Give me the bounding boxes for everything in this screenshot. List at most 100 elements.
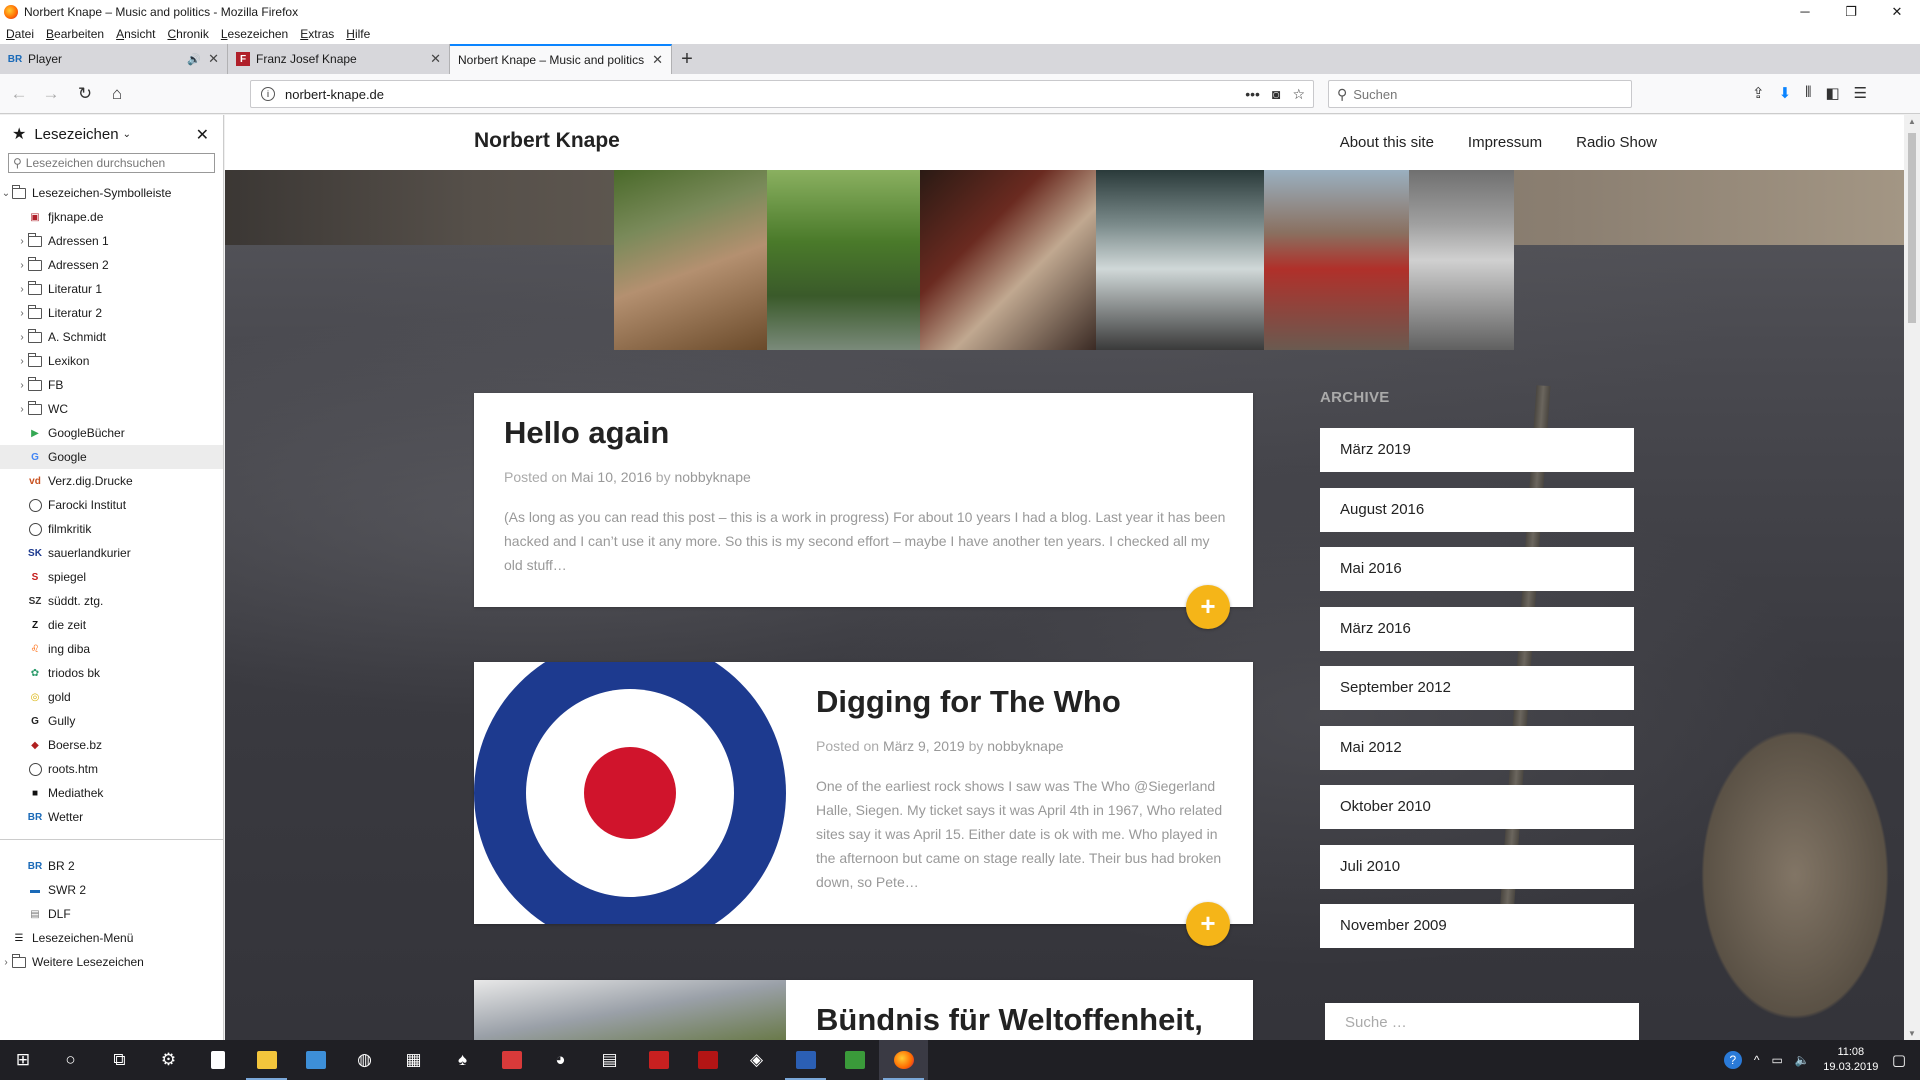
post-title[interactable]: Bündnis für Weltoffenheit, [816, 1002, 1203, 1038]
bookmark-item[interactable]: Sspiegel [0, 565, 223, 589]
taskbar-clock[interactable]: 11:08 19.03.2019 [1816, 1045, 1886, 1075]
bookmark-folder[interactable]: › Literatur 1 [0, 277, 223, 301]
search-bar[interactable]: ⚲ Suchen [1328, 80, 1632, 108]
sidebar-toggle-icon[interactable]: ◧ [1825, 84, 1839, 102]
bookmark-item[interactable]: ♌ ing diba [0, 637, 223, 661]
app-window-icon[interactable] [291, 1040, 340, 1080]
bookmark-item[interactable]: BR Wetter [0, 805, 223, 829]
twisty-closed-icon[interactable]: › [16, 380, 28, 391]
archive-app-icon[interactable]: ▤ [585, 1040, 634, 1080]
archive-link[interactable]: September 2012 [1320, 666, 1634, 710]
twisty-closed-icon[interactable]: › [16, 356, 28, 367]
bookmark-folder[interactable]: › Lexikon [0, 349, 223, 373]
filezilla-icon[interactable] [634, 1040, 683, 1080]
bookmark-item[interactable]: ✿ triodos bk [0, 661, 223, 685]
twisty-closed-icon[interactable]: › [16, 236, 28, 247]
volume-icon[interactable]: 🔈 [1795, 1053, 1810, 1067]
forward-arrow-icon[interactable]: → [40, 83, 62, 105]
bookmark-folder[interactable]: › Literatur 2 [0, 301, 223, 325]
nav-radio-show[interactable]: Radio Show [1576, 134, 1657, 151]
home-icon[interactable]: ⌂ [106, 83, 128, 105]
post-title[interactable]: Hello again [504, 415, 669, 451]
tray-chevron-up-icon[interactable]: ^ [1754, 1053, 1760, 1067]
hamburger-menu-icon[interactable]: ☰ [1854, 84, 1867, 102]
bookmark-other-folder[interactable]: › Weitere Lesezeichen [0, 950, 223, 974]
notification-icon[interactable]: ▢ [1892, 1051, 1906, 1069]
archive-link[interactable]: März 2016 [1320, 606, 1634, 651]
bookmark-item[interactable]: ◆ Boerse.bz [0, 733, 223, 757]
post-date[interactable]: Mai 10, 2016 [571, 469, 652, 485]
page-scrollbar[interactable]: ▲ ▼ [1904, 115, 1920, 1040]
post-date[interactable]: März 9, 2019 [883, 738, 965, 754]
archive-link[interactable]: Mai 2016 [1320, 547, 1634, 591]
twisty-closed-icon[interactable]: › [16, 308, 28, 319]
bookmark-folder[interactable]: › A. Schmidt [0, 325, 223, 349]
paint-app-icon[interactable]: ◕ [536, 1040, 585, 1080]
settings-gear-icon[interactable]: ⚙ [144, 1040, 193, 1080]
menu-bearbeiten[interactable]: Bearbeiten [46, 27, 104, 41]
acrobat-icon[interactable] [683, 1040, 732, 1080]
bookmark-item[interactable]: ■ Mediathek [0, 781, 223, 805]
bookmark-item[interactable]: ▤ DLF [0, 902, 223, 926]
maximize-button[interactable]: ❐ [1828, 0, 1874, 24]
nav-impressum[interactable]: Impressum [1468, 134, 1542, 151]
speaker-icon[interactable]: 🔊 [187, 53, 201, 66]
bookmark-item[interactable]: BR BR 2 [0, 854, 223, 878]
bookmark-item[interactable]: filmkritik [0, 517, 223, 541]
tools-app-icon[interactable]: ◈ [732, 1040, 781, 1080]
tab-franz-josef-knape[interactable]: F Franz Josef Knape ✕ [228, 44, 450, 74]
bookmark-item[interactable]: G Gully [0, 709, 223, 733]
download-icon[interactable]: ⬇ [1779, 84, 1792, 102]
bookmark-item[interactable]: ◎ gold [0, 685, 223, 709]
bookmark-search-input[interactable]: ⚲ Lesezeichen durchsuchen [8, 153, 215, 173]
post-thumbnail-building[interactable] [474, 980, 786, 1040]
close-tab-icon[interactable]: ✕ [652, 52, 663, 68]
solitaire-cards-icon[interactable]: ♠ [438, 1040, 487, 1080]
bookmark-folder[interactable]: › Adressen 1 [0, 229, 223, 253]
post-author[interactable]: nobbyknape [987, 738, 1063, 754]
post-title[interactable]: Digging for The Who [816, 684, 1121, 720]
close-tab-icon[interactable]: ✕ [208, 51, 219, 67]
url-bar[interactable]: i norbert-knape.de ••• ◙ ☆ [250, 80, 1314, 108]
bookmark-star-icon[interactable]: ☆ [1292, 86, 1305, 103]
page-actions-icon[interactable]: ••• [1245, 86, 1260, 103]
archive-link[interactable]: März 2019 [1320, 428, 1634, 472]
twisty-closed-icon[interactable]: › [16, 332, 28, 343]
save-page-icon[interactable]: ⇪ [1752, 84, 1765, 102]
notepad-icon[interactable] [193, 1040, 242, 1080]
twisty-closed-icon[interactable]: › [16, 260, 28, 271]
bookmark-menu-folder[interactable]: ☰ Lesezeichen-Menü [0, 926, 223, 950]
sidebar-title[interactable]: Lesezeichen [34, 126, 118, 143]
menu-ansicht[interactable]: Ansicht [116, 27, 155, 41]
network-icon[interactable]: ▭ [1772, 1053, 1783, 1067]
start-windows-icon[interactable]: ⊞ [0, 1040, 46, 1080]
twisty-closed-icon[interactable]: › [0, 957, 12, 968]
read-more-button[interactable]: + [1186, 902, 1230, 946]
bookmark-folder[interactable]: › FB [0, 373, 223, 397]
menu-lesezeichen[interactable]: Lesezeichen [221, 27, 288, 41]
file-explorer-icon[interactable] [242, 1040, 291, 1080]
twisty-closed-icon[interactable]: › [16, 284, 28, 295]
word-icon[interactable] [781, 1040, 830, 1080]
post-thumbnail-roundel[interactable] [474, 662, 786, 924]
task-view-icon[interactable]: ⧉ [95, 1040, 144, 1080]
pocket-icon[interactable]: ◙ [1272, 86, 1280, 103]
twisty-closed-icon[interactable]: › [16, 404, 28, 415]
bookmark-item[interactable]: roots.htm [0, 757, 223, 781]
scrollbar-thumb[interactable] [1908, 133, 1916, 323]
tab-player[interactable]: BR Player 🔊 ✕ [0, 44, 228, 74]
archive-link[interactable]: November 2009 [1320, 904, 1634, 948]
back-arrow-icon[interactable]: ← [8, 83, 30, 105]
download-app-icon[interactable] [830, 1040, 879, 1080]
calculator-icon[interactable]: ▦ [389, 1040, 438, 1080]
menu-hilfe[interactable]: Hilfe [346, 27, 370, 41]
bookmark-item[interactable]: vd Verz.dig.Drucke [0, 469, 223, 493]
help-icon[interactable]: ? [1723, 1051, 1742, 1069]
info-icon[interactable]: i [261, 87, 275, 101]
archive-link[interactable]: August 2016 [1320, 487, 1634, 532]
scroll-up-icon[interactable]: ▲ [1904, 117, 1920, 126]
sidebar-header[interactable]: ★ Lesezeichen ⌄ ✕ [0, 115, 223, 153]
reload-icon[interactable]: ↻ [74, 83, 96, 105]
close-tab-icon[interactable]: ✕ [430, 51, 441, 67]
close-window-button[interactable]: ✕ [1874, 0, 1920, 24]
